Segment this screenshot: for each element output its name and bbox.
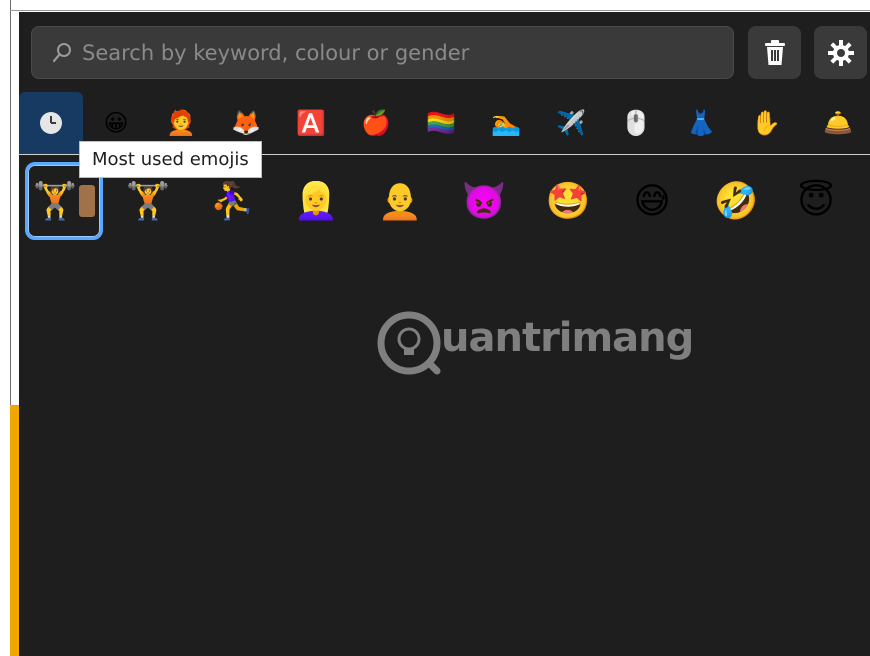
lightbulb-logo-icon: [377, 311, 441, 375]
rolling-laughing-icon: 🤣: [713, 181, 759, 222]
tab-clothing[interactable]: 👗: [669, 92, 733, 154]
star-struck-icon: 🤩: [545, 181, 591, 222]
emoji-item[interactable]: 😅: [613, 162, 691, 240]
letter-a-icon: 🅰️: [296, 109, 326, 137]
bell-icon: 🛎️: [823, 109, 853, 137]
swimmer-icon: 🏊: [491, 109, 521, 137]
bald-person-icon: 🧑‍🦲: [377, 181, 423, 222]
gear-icon: [827, 39, 854, 66]
person-icon: 🧑‍🦰: [166, 109, 196, 137]
emoji-item[interactable]: 👱‍♀️: [277, 162, 355, 240]
mouse-icon: 🖱️: [621, 109, 651, 137]
grinning-sweat-icon: 😅: [633, 180, 671, 222]
search-box[interactable]: [31, 26, 734, 79]
tab-symbols[interactable]: 🅰️: [279, 92, 343, 154]
tab-food[interactable]: 🍎: [344, 92, 408, 154]
apple-icon: 🍎: [361, 109, 391, 137]
emoji-item[interactable]: 😇: [777, 162, 855, 240]
trash-icon: [764, 39, 785, 65]
weightlifter-icon: 🏋️: [32, 181, 78, 222]
tab-objects[interactable]: 🖱️: [604, 92, 668, 154]
settings-button[interactable]: [814, 26, 867, 79]
tab-most-used[interactable]: [19, 92, 83, 154]
person-bouncing-ball-icon: ⛹️‍♀️: [209, 181, 255, 222]
emoji-item[interactable]: 🧑‍🦲: [361, 162, 439, 240]
skin-tone-swatch: [79, 185, 96, 217]
dress-icon: 👗: [686, 109, 716, 137]
weightlifter-icon: 🏋️: [125, 181, 171, 222]
tab-hands[interactable]: ✋: [734, 92, 798, 154]
angry-devil-icon: 👿: [461, 181, 507, 222]
search-icon: [52, 43, 71, 63]
tooltip: Most used emojis: [79, 141, 262, 178]
emoji-item[interactable]: 🤩: [529, 162, 607, 240]
emoji-item[interactable]: 👿: [445, 162, 523, 240]
rainbow-flag-icon: 🏳️‍🌈: [426, 109, 456, 137]
search-input[interactable]: [82, 27, 722, 78]
watermark: uantrimang: [377, 307, 694, 381]
tab-travel[interactable]: ✈️: [539, 92, 603, 154]
window-border: [10, 0, 11, 405]
clear-history-button[interactable]: [748, 26, 801, 79]
smiley-icon: 😀: [103, 109, 129, 137]
emoji-picker-panel: 😀 🧑‍🦰 🦊 🅰️ 🍎 🏳️‍🌈 🏊 ✈️ 🖱️ 👗 ✋ 🛎️ Most us…: [19, 12, 870, 656]
tab-more[interactable]: 🛎️: [806, 92, 870, 154]
emoji-item[interactable]: 🤣: [697, 162, 775, 240]
airplane-icon: ✈️: [556, 109, 586, 137]
clock-icon: [40, 112, 62, 134]
fox-icon: 🦊: [231, 109, 261, 137]
background-accent-strip: [10, 405, 19, 656]
hand-icon: ✋: [751, 109, 781, 137]
smiling-halo-icon: 😇: [797, 180, 835, 222]
tab-activities[interactable]: 🏊: [474, 92, 538, 154]
tab-flags[interactable]: 🏳️‍🌈: [409, 92, 473, 154]
window-top-border: [10, 10, 870, 11]
woman-blond-icon: 👱‍♀️: [293, 181, 339, 222]
app-window: 😀 🧑‍🦰 🦊 🅰️ 🍎 🏳️‍🌈 🏊 ✈️ 🖱️ 👗 ✋ 🛎️ Most us…: [0, 0, 870, 656]
watermark-text: uantrimang: [441, 315, 694, 361]
